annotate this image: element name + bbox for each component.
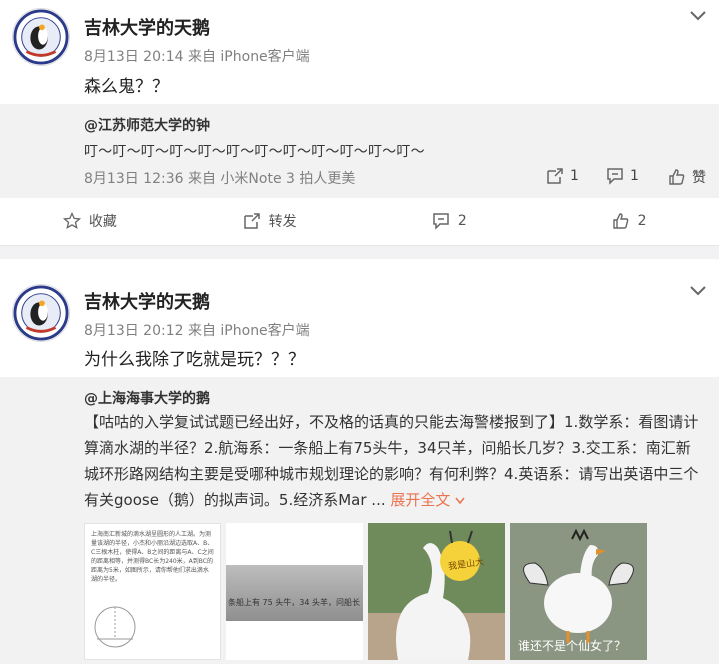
comment-count-label: 1: [630, 168, 639, 184]
action-bar: 收藏 转发 2 2: [0, 198, 719, 244]
repost-repost-count[interactable]: 1: [546, 167, 579, 185]
repost-meta: 8月13日 12:36 来自 小米Note 3 拍人更美: [84, 171, 356, 187]
image-4-caption: 谁还不是个仙女了？: [518, 639, 627, 653]
author-name[interactable]: 吉林大学的天鹅: [84, 288, 210, 314]
like-count: 2: [637, 213, 647, 229]
chevron-down-icon[interactable]: [689, 10, 707, 22]
chevron-down-icon: [455, 497, 465, 505]
image-2-text: 条船上有 75 头牛，34 头羊，问船长: [228, 598, 360, 607]
university-seal-avatar: [13, 285, 69, 341]
card-divider: [0, 245, 719, 259]
post-text: 为什么我除了吃就是玩？？？: [84, 350, 305, 370]
repost-block[interactable]: @江苏师范大学的钟 叮～叮～叮～叮～叮～叮～叮～叮～叮～叮～叮～叮～ 8月13日…: [0, 104, 719, 198]
repost-button[interactable]: 转发: [180, 211, 360, 231]
like-button[interactable]: 2: [539, 212, 719, 230]
circle-diagram: [94, 606, 136, 648]
comment-button[interactable]: 2: [360, 212, 540, 230]
star-icon: [62, 212, 81, 230]
like-icon: [612, 213, 629, 229]
image-thumbnail-2[interactable]: 条船上有 75 头牛，34 头羊，问船长: [226, 523, 363, 660]
repost-text: 【咕咕的入学复试试题已经出好，不及格的话真的只能去海警楼报到了】1.数学系：看图…: [84, 409, 704, 513]
repost-text: 叮～叮～叮～叮～叮～叮～叮～叮～叮～叮～叮～叮～: [84, 144, 425, 160]
repost-count-label: 1: [570, 168, 579, 184]
repost-icon: [547, 168, 563, 184]
collect-label: 收藏: [88, 214, 117, 230]
like-icon: [669, 169, 685, 185]
post-text: 森么鬼？？: [84, 77, 169, 97]
post-card: 吉林大学的天鹅 8月13日 20:12 来自 iPhone客户端 为什么我除了吃…: [0, 259, 719, 664]
comment-count: 2: [457, 213, 467, 229]
expand-link[interactable]: 展开全文: [390, 491, 465, 509]
goose-photo: [368, 523, 505, 660]
collect-button[interactable]: 收藏: [0, 211, 180, 231]
repost-comment-count[interactable]: 1: [606, 167, 639, 185]
post-meta: 8月13日 20:12 来自 iPhone客户端: [84, 323, 310, 339]
avatar[interactable]: [12, 284, 70, 342]
image-thumbnail-4[interactable]: 谁还不是个仙女了？: [510, 523, 647, 660]
repost-like-button[interactable]: 赞: [668, 167, 706, 187]
like-label: 赞: [692, 170, 706, 186]
chevron-down-icon[interactable]: [689, 285, 707, 297]
post-meta: 8月13日 20:14 来自 iPhone客户端: [84, 49, 310, 65]
repost-author[interactable]: @江苏师范大学的钟: [84, 115, 210, 135]
expand-label: 展开全文: [390, 491, 451, 509]
comment-icon: [607, 168, 623, 185]
repost-icon: [243, 213, 260, 229]
image-thumbnail-1[interactable]: 上海南汇新城的滴水湖呈圆形的人工湖。为测量该湖的半径，小杰和小丽沿湖边选取A、B…: [84, 523, 221, 660]
repost-label: 转发: [268, 214, 297, 230]
author-name[interactable]: 吉林大学的天鹅: [84, 14, 210, 40]
image-thumbnail-3[interactable]: 我是山大: [368, 523, 505, 660]
repost-author[interactable]: @上海海事大学的鹅: [84, 388, 210, 408]
post-card: 吉林大学的天鹅 8月13日 20:14 来自 iPhone客户端 森么鬼？？ @…: [0, 0, 719, 245]
comment-icon: [433, 213, 449, 230]
university-seal-avatar: [13, 9, 69, 65]
image-1-text: 上海南汇新城的滴水湖呈圆形的人工湖。为测量该湖的半径，小杰和小丽沿湖边选取A、B…: [91, 531, 214, 583]
avatar[interactable]: [12, 8, 70, 66]
